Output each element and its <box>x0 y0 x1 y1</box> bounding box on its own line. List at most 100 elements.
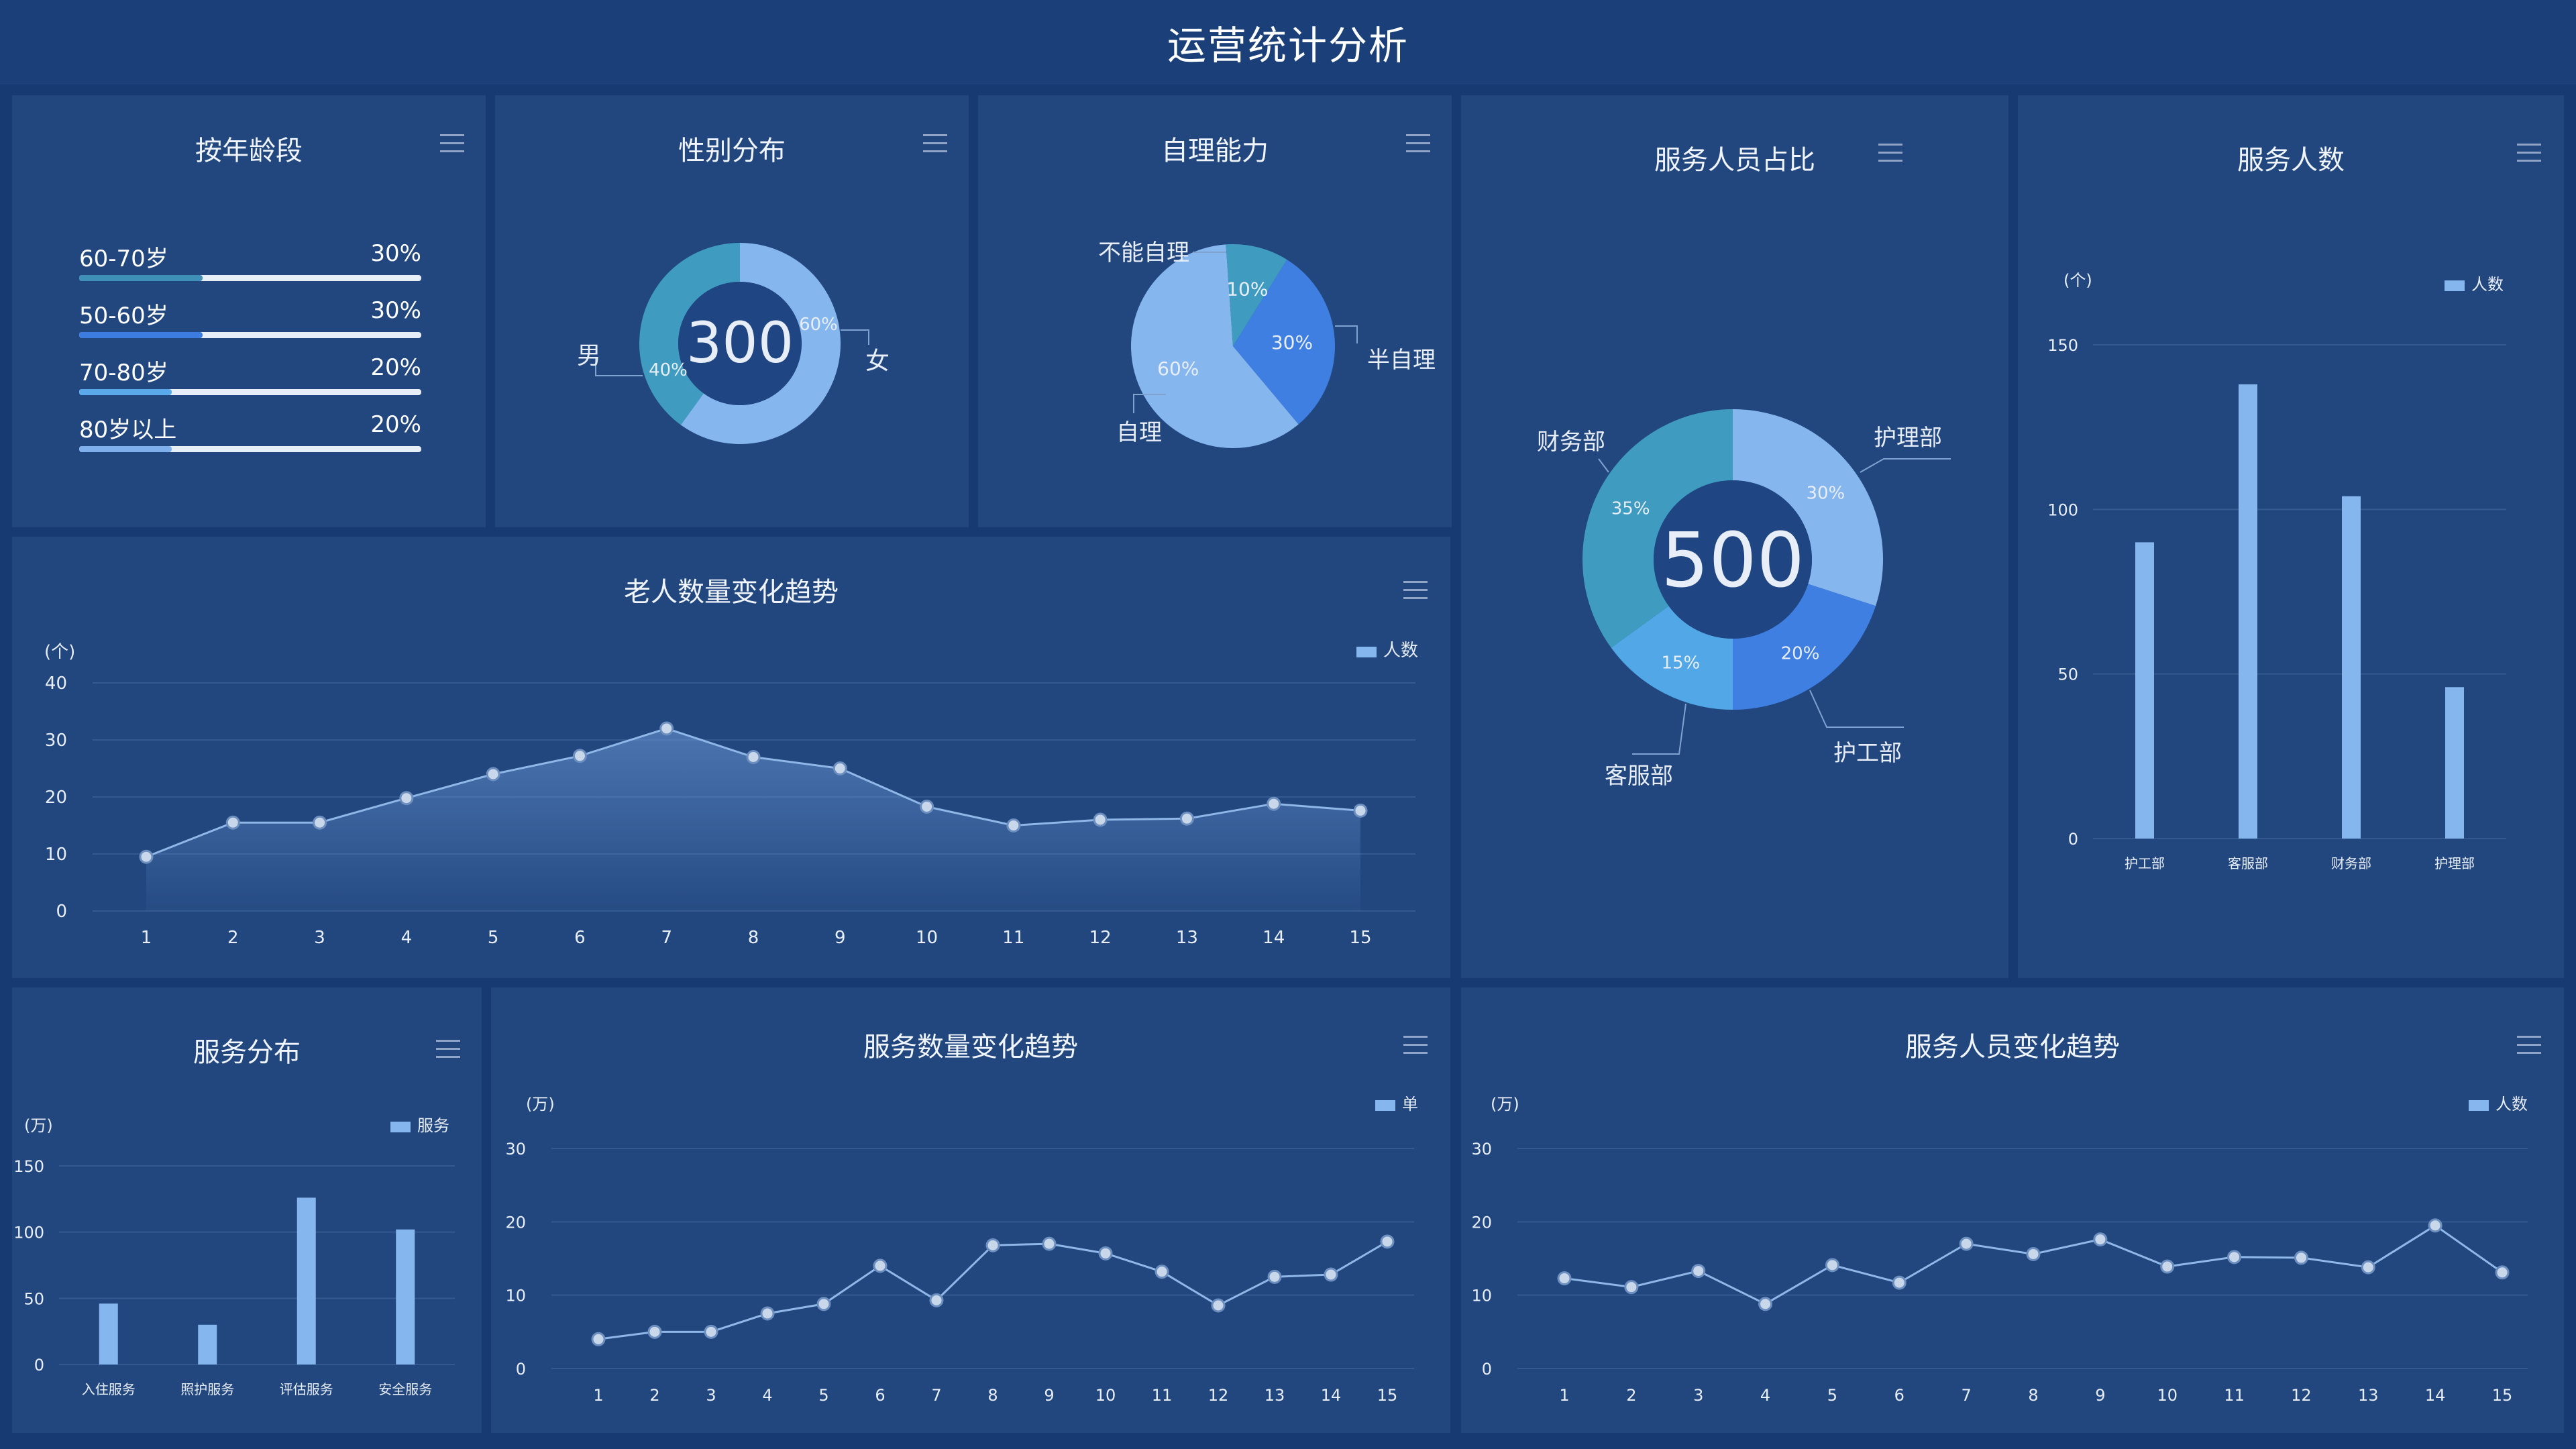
x-tick-label: 13 <box>1265 1386 1285 1405</box>
x-tick-label: 评估服务 <box>280 1381 333 1397</box>
staff-trend-line-chart: 0102030(万) 人数1 2 3 4 5 6 7 8 9 10 11 12 13 14 15 <box>1471 1095 2528 1405</box>
x-tick-label: 护工部 <box>2125 855 2165 871</box>
data-point <box>139 849 154 864</box>
elder-trend-card: 老人数量变化趋势 0 10 20 30 40 (个) 人数 1 2 3 4 5 6 7 8 9 10 11 12 13… <box>12 537 1450 978</box>
x-tick-label: 4 <box>1760 1386 1770 1405</box>
x-tick-label: 15 <box>2492 1386 2513 1405</box>
x-tick-label: 15 <box>1377 1386 1398 1405</box>
age-progress-track <box>79 332 421 338</box>
data-point <box>2093 1232 2108 1247</box>
data-point <box>1825 1258 1839 1273</box>
x-tick-label: 照护服务 <box>180 1381 234 1397</box>
data-point <box>1324 1267 1338 1282</box>
x-tick-label: 2 <box>1626 1386 1636 1405</box>
y-axis-unit: (个) <box>2063 271 2092 290</box>
data-point <box>1892 1275 1907 1290</box>
data-point <box>1267 796 1281 811</box>
y-tick-label: 50 <box>23 1289 44 1308</box>
x-tick-label: 客服部 <box>2228 855 2268 871</box>
y-tick-label: 150 <box>2047 336 2078 355</box>
y-tick-label: 0 <box>1482 1360 1492 1379</box>
bar <box>2342 496 2361 839</box>
data-point <box>2026 1246 2041 1261</box>
slice-name: 自理 <box>1116 419 1162 446</box>
x-tick-label: 2 <box>227 928 239 948</box>
bar <box>99 1303 118 1364</box>
x-tick-label: 2 <box>649 1386 659 1405</box>
x-tick-label: 3 <box>1693 1386 1703 1405</box>
data-point <box>1179 811 1194 826</box>
data-point <box>591 1332 606 1346</box>
y-tick-label: 20 <box>505 1213 526 1232</box>
age-percent: 30% <box>370 297 421 324</box>
x-tick-label: 6 <box>875 1386 885 1405</box>
legend-swatch <box>2469 1100 2489 1111</box>
y-tick-label: 20 <box>45 788 67 808</box>
slice-label: 40% <box>649 360 688 380</box>
data-point <box>2294 1250 2308 1265</box>
service-trend-line-chart: 0102030(万) 单1 2 3 4 5 6 7 8 9 10 11 12 13 14 15 <box>505 1095 1418 1405</box>
data-point <box>985 1238 1000 1252</box>
x-tick-label: 9 <box>1044 1386 1054 1405</box>
data-point <box>1267 1269 1282 1284</box>
legend-label: 人数 <box>2496 1095 2528 1114</box>
x-tick-label: 14 <box>2425 1386 2446 1405</box>
x-tick-label: 12 <box>1208 1386 1229 1405</box>
selfcare-card: 自理能力 60% 10% 30% 半自理 自理 不能自理 <box>978 95 1452 527</box>
y-tick-label: 10 <box>45 845 67 865</box>
x-tick-label: 8 <box>2028 1386 2038 1405</box>
gender-donut-chart: 300 60% 40% 女 男 <box>577 243 890 445</box>
age-progress-track <box>79 389 421 395</box>
data-point <box>746 750 761 764</box>
x-tick-label: 6 <box>1894 1386 1904 1405</box>
data-point <box>1380 1234 1395 1249</box>
data-point <box>486 767 500 782</box>
y-tick-label: 50 <box>2057 665 2078 684</box>
staff-ratio-card: 服务人员占比 500 30% 20% 15% 35% 护理部 护工部 客服部 财务部 <box>1461 95 2008 978</box>
x-tick-label: 12 <box>2291 1386 2312 1405</box>
data-point <box>399 791 414 806</box>
data-point <box>1959 1236 1974 1251</box>
gender-card: 性别分布 300 60% 40% 女男 <box>495 95 969 527</box>
x-tick-label: 10 <box>1095 1386 1116 1405</box>
x-tick-label: 15 <box>1349 928 1371 948</box>
bar <box>396 1229 415 1364</box>
slice-label: 20% <box>1781 643 1820 663</box>
data-point <box>2227 1250 2242 1265</box>
slice-label: 60% <box>1157 358 1199 380</box>
leader-line <box>1598 458 1609 473</box>
data-point <box>1557 1271 1572 1286</box>
y-tick-label: 0 <box>56 902 67 922</box>
data-point <box>1098 1246 1113 1260</box>
gender-male-label: 男 <box>577 342 601 370</box>
x-tick-label: 13 <box>2358 1386 2379 1405</box>
service-trend-card: 服务数量变化趋势 0 10 20 30 (万) 单 1 2 3 4 5 6 7 8 9 10 11 12 13 14 1… <box>491 987 1450 1433</box>
y-axis-unit: (万) <box>24 1116 53 1135</box>
selfcare-pie-chart: 60% 10% 30% 半自理自理 不能自理 <box>1098 239 1436 448</box>
card-title: 按年龄段 <box>195 136 303 166</box>
series-line <box>598 1240 1388 1340</box>
data-point <box>1006 818 1021 833</box>
x-tick-label: 10 <box>916 928 938 948</box>
data-point <box>920 799 934 814</box>
x-tick-label: 财务部 <box>2331 855 2371 871</box>
x-tick-label: 10 <box>2157 1386 2178 1405</box>
staff-count-card: 服务人数 0 50 100 150 (个) 人数 护工部 客服部 财务部 护理部 <box>2018 95 2564 978</box>
center-total: 500 <box>1661 517 1805 604</box>
y-axis-unit: (万) <box>526 1095 555 1114</box>
x-tick-label: 1 <box>141 928 152 948</box>
menu-icon[interactable] <box>440 134 464 154</box>
slice-label: 30% <box>1271 331 1313 354</box>
data-point <box>572 749 587 763</box>
x-tick-label: 6 <box>574 928 586 948</box>
x-tick-label: 安全服务 <box>378 1381 432 1397</box>
data-point <box>704 1324 718 1339</box>
slice-name: 客服部 <box>1605 763 1673 790</box>
x-tick-label: 9 <box>2095 1386 2105 1405</box>
slice-name: 财务部 <box>1537 429 1605 455</box>
x-tick-label: 5 <box>818 1386 828 1405</box>
age-label: 80岁以上 <box>79 417 177 443</box>
x-tick-label: 4 <box>762 1386 772 1405</box>
data-point <box>1353 803 1368 818</box>
y-tick-label: 40 <box>45 674 67 694</box>
